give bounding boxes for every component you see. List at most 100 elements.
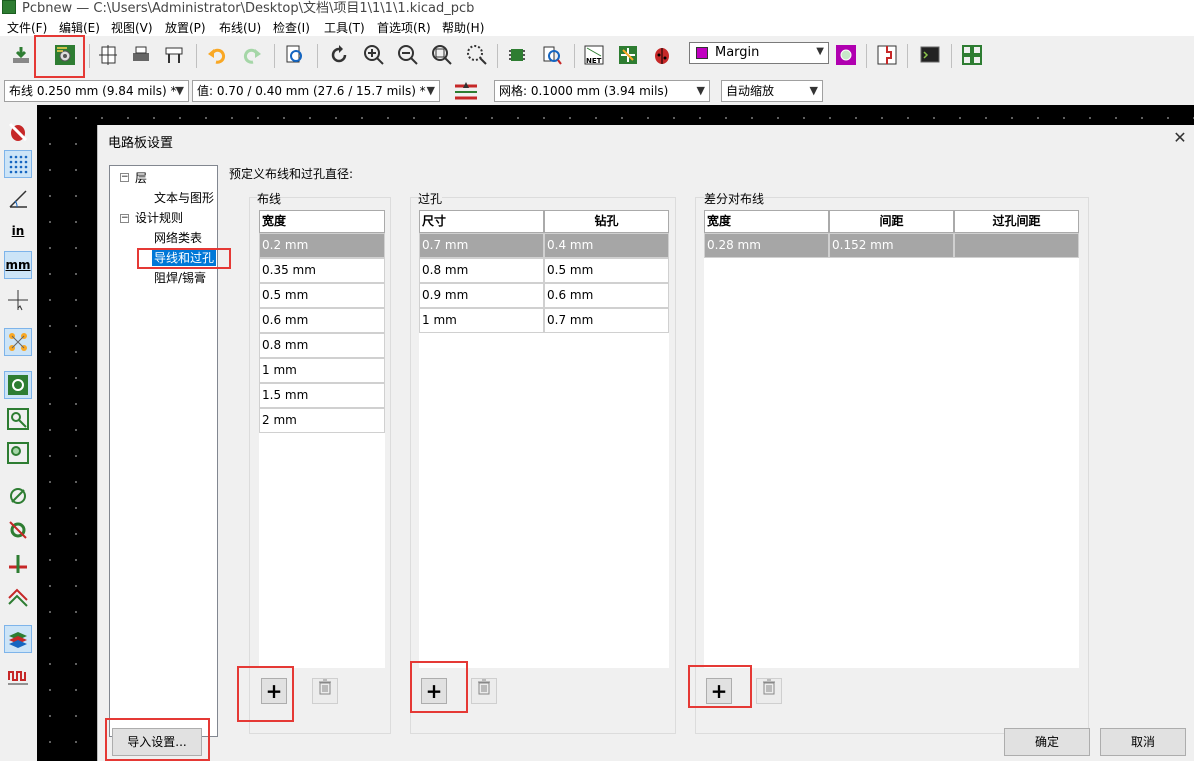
layer-color-swatch <box>696 47 708 59</box>
tracks-header-width[interactable]: 宽度 <box>259 210 385 233</box>
trash-icon[interactable] <box>756 678 782 704</box>
units-in-label: in <box>11 224 25 238</box>
units-inches-button[interactable]: in <box>4 217 32 245</box>
menu-route[interactable]: 布线(U) <box>219 19 261 36</box>
zone-outline-icon[interactable] <box>4 405 32 433</box>
microwave-toolbar-icon[interactable] <box>4 661 32 689</box>
save-icon[interactable] <box>7 41 35 69</box>
menu-preferences[interactable]: 首选项(R) <box>377 19 431 36</box>
track-width-select[interactable]: 布线 0.250 mm (9.84 mils) * ▼ <box>4 80 189 102</box>
tree-item-solder-mask[interactable]: 阻焊/锡膏 <box>154 269 206 286</box>
zoom-selection-icon[interactable] <box>463 41 491 69</box>
ratsnest-icon[interactable] <box>4 328 32 356</box>
menu-place[interactable]: 放置(P) <box>165 19 206 36</box>
tree-item-layers[interactable]: 层 <box>135 169 147 186</box>
collapse-icon[interactable]: − <box>120 173 129 182</box>
menu-tools[interactable]: 工具(T) <box>324 19 365 36</box>
highlight-add-track <box>237 666 294 722</box>
tree-item-netclasses[interactable]: 网络类表 <box>154 229 202 246</box>
high-contrast-icon[interactable] <box>4 583 32 611</box>
highlight-add-via <box>410 661 468 713</box>
table-cell[interactable]: 2 mm <box>259 408 385 433</box>
table-cell[interactable]: 0.8 mm <box>259 333 385 358</box>
zoom-select[interactable]: 自动缩放 ▼ <box>721 80 823 102</box>
tree-item-text-graphics[interactable]: 文本与图形 <box>154 189 214 206</box>
table-cell[interactable]: 0.28 mm <box>704 233 829 258</box>
vias-header-drill[interactable]: 钻孔 <box>544 210 669 233</box>
table-cell[interactable]: 0.6 mm <box>259 308 385 333</box>
layers-manager-icon[interactable] <box>4 625 32 653</box>
zone-sketch-icon[interactable] <box>4 439 32 467</box>
table-cell[interactable]: 0.6 mm <box>544 283 669 308</box>
microwave-tools-icon[interactable] <box>873 41 901 69</box>
layer-pair-icon[interactable] <box>832 41 860 69</box>
grid-size-select[interactable]: 网格: 0.1000 mm (3.94 mils) ▼ <box>494 80 710 102</box>
undo-icon[interactable] <box>203 41 231 69</box>
netlist-icon[interactable]: NET <box>580 41 608 69</box>
zone-fill-icon[interactable] <box>4 371 32 399</box>
menu-view[interactable]: 视图(V) <box>111 19 153 36</box>
tree-item-design-rules[interactable]: 设计规则 <box>135 209 183 226</box>
drc-ladybug-icon[interactable] <box>648 41 676 69</box>
active-layer-select[interactable]: Margin ▼ <box>689 42 829 64</box>
table-cell[interactable]: 1 mm <box>419 308 544 333</box>
plot-icon[interactable] <box>160 41 188 69</box>
track-sketch-icon[interactable] <box>4 550 32 578</box>
print-icon[interactable] <box>127 41 155 69</box>
left-toolbar: in mm <box>0 105 37 761</box>
cancel-button[interactable]: 取消 <box>1100 728 1186 756</box>
close-icon[interactable]: ✕ <box>1171 129 1189 147</box>
scripting-console-icon[interactable] <box>916 41 944 69</box>
vias-header-size[interactable]: 尺寸 <box>419 210 544 233</box>
menu-file[interactable]: 文件(F) <box>7 19 47 36</box>
diff-header-gap[interactable]: 间距 <box>829 210 954 233</box>
auto-track-width-icon[interactable] <box>452 79 480 103</box>
zoom-out-icon[interactable] <box>394 41 422 69</box>
table-cell[interactable]: 1.5 mm <box>259 383 385 408</box>
units-mm-button[interactable]: mm <box>4 251 32 279</box>
refresh-icon[interactable] <box>325 41 353 69</box>
table-cell[interactable]: 0.5 mm <box>544 258 669 283</box>
menu-inspect[interactable]: 检查(I) <box>273 19 310 36</box>
table-cell[interactable]: 0.5 mm <box>259 283 385 308</box>
page-settings-icon[interactable] <box>94 41 122 69</box>
footprint-editor-icon[interactable] <box>503 41 531 69</box>
ok-button[interactable]: 确定 <box>1004 728 1090 756</box>
zoom-fit-icon[interactable] <box>428 41 456 69</box>
menu-edit[interactable]: 编辑(E) <box>59 19 100 36</box>
chevron-down-icon: ▼ <box>696 84 705 97</box>
table-cell[interactable] <box>954 233 1079 258</box>
track-width-value: 布线 0.250 mm (9.84 mils) * <box>9 84 177 98</box>
zoom-in-icon[interactable] <box>360 41 388 69</box>
table-cell[interactable]: 0.7 mm <box>419 233 544 258</box>
highlight-tracks-vias <box>137 248 231 269</box>
trash-icon[interactable] <box>312 678 338 704</box>
interactive-router-icon[interactable] <box>958 41 986 69</box>
highlight-add-diff-pair <box>688 665 752 708</box>
table-cell[interactable]: 1 mm <box>259 358 385 383</box>
footprint-viewer-icon[interactable] <box>538 41 566 69</box>
table-cell[interactable]: 0.35 mm <box>259 258 385 283</box>
polar-coords-icon[interactable] <box>4 184 32 212</box>
pad-sketch-icon[interactable] <box>4 482 32 510</box>
redo-icon[interactable] <box>238 41 266 69</box>
collapse-icon[interactable]: − <box>120 214 129 223</box>
table-cell[interactable]: 0.8 mm <box>419 258 544 283</box>
update-pcb-icon[interactable] <box>614 41 642 69</box>
trash-icon[interactable] <box>471 678 497 704</box>
menu-help[interactable]: 帮助(H) <box>442 19 484 36</box>
highlight-board-setup <box>34 35 85 78</box>
diff-header-via-gap[interactable]: 过孔间距 <box>954 210 1079 233</box>
diff-header-width[interactable]: 宽度 <box>704 210 829 233</box>
table-cell[interactable]: 0.2 mm <box>259 233 385 258</box>
find-icon[interactable] <box>281 41 309 69</box>
table-cell[interactable]: 0.9 mm <box>419 283 544 308</box>
via-sketch-icon[interactable] <box>4 516 32 544</box>
drc-off-icon[interactable] <box>4 118 32 146</box>
via-size-select[interactable]: 值: 0.70 / 0.40 mm (27.6 / 15.7 mils) * ▼ <box>192 80 440 102</box>
table-cell[interactable]: 0.152 mm <box>829 233 954 258</box>
table-cell[interactable]: 0.4 mm <box>544 233 669 258</box>
grid-toggle-icon[interactable] <box>4 150 32 178</box>
table-cell[interactable]: 0.7 mm <box>544 308 669 333</box>
cursor-shape-icon[interactable] <box>4 286 32 314</box>
